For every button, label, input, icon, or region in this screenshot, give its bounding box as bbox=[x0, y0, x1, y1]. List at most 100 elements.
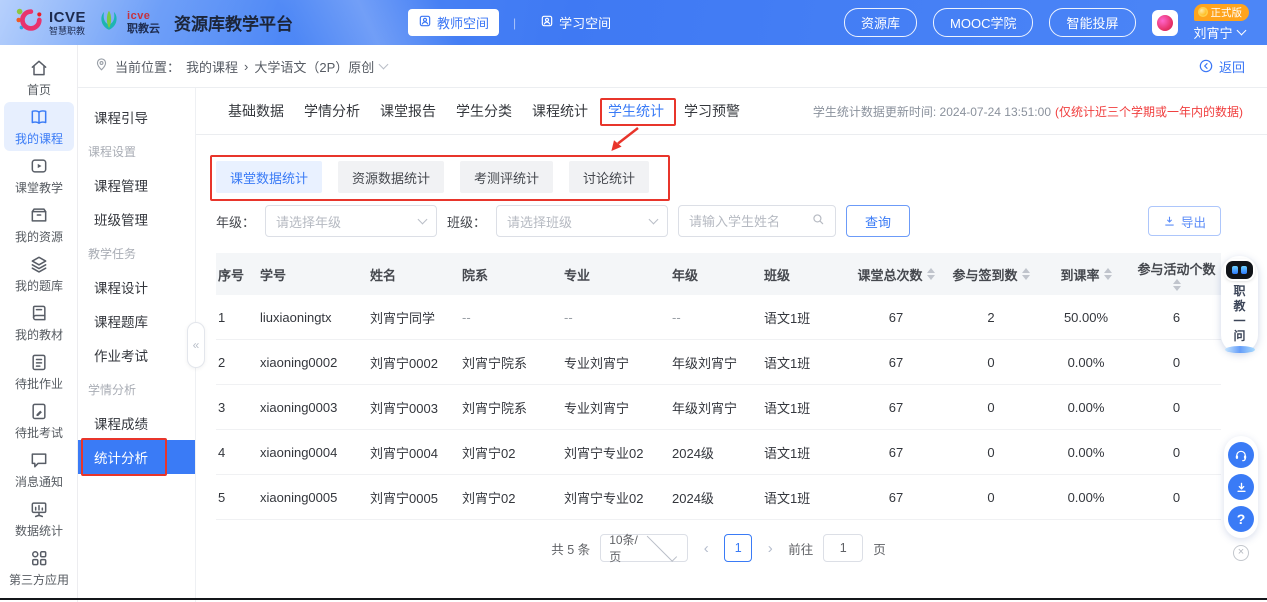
cell-index: 1 bbox=[216, 295, 258, 339]
page-number-1[interactable]: 1 bbox=[724, 534, 752, 562]
icve-logo-text: ICVE 智慧职教 bbox=[49, 10, 86, 36]
col-header-checkins[interactable]: 参与签到数 bbox=[942, 253, 1040, 295]
grade-select[interactable]: 请选择年级 bbox=[265, 205, 437, 237]
course-menu-item-guide[interactable]: 课程引导 bbox=[78, 100, 195, 134]
next-page-button[interactable]: › bbox=[762, 540, 778, 557]
tab-class-report[interactable]: 课堂报告 bbox=[380, 101, 436, 121]
window-bottom-edge bbox=[0, 598, 1267, 600]
username: 刘宵宁 bbox=[1194, 23, 1245, 42]
sidebar-item-home[interactable]: 首页 bbox=[0, 53, 78, 102]
robot-eye bbox=[1232, 266, 1238, 274]
icve-smart-edu-logo[interactable]: ICVE 智慧职教 bbox=[14, 5, 86, 40]
sort-icon[interactable] bbox=[1104, 268, 1112, 280]
help-button[interactable]: ? bbox=[1228, 506, 1254, 532]
course-menu-item-statistical-analysis[interactable]: 统计分析 bbox=[78, 440, 195, 474]
cell-total-classes: 67 bbox=[850, 385, 942, 429]
col-header-activities[interactable]: 参与活动个数 bbox=[1132, 253, 1221, 295]
user-menu[interactable]: 正式版 刘宵宁 bbox=[1194, 4, 1250, 42]
col-header-attendance-rate[interactable]: 到课率 bbox=[1040, 253, 1132, 295]
tab-student-classification[interactable]: 学生分类 bbox=[456, 101, 512, 121]
tab-learning-warning[interactable]: 学习预警 bbox=[684, 101, 740, 121]
sort-icon[interactable] bbox=[927, 268, 935, 280]
collapse-left-icon: « bbox=[193, 338, 200, 352]
download-arrow-icon bbox=[1234, 480, 1249, 495]
cell-checkins: 0 bbox=[942, 385, 1040, 429]
col-header-total-classes[interactable]: 课堂总次数 bbox=[850, 253, 942, 295]
mooc-academy-link[interactable]: MOOC学院 bbox=[933, 8, 1033, 37]
table-row[interactable]: 2 xiaoning0002 刘宵宁0002 刘宵宁院系 专业刘宵宁 年级刘宵宁… bbox=[216, 340, 1221, 385]
class-select[interactable]: 请选择班级 bbox=[496, 205, 668, 237]
page-size-select[interactable]: 10条/页 bbox=[600, 534, 688, 562]
export-button[interactable]: 导出 bbox=[1148, 206, 1221, 236]
subtab-discussion[interactable]: 讨论统计 bbox=[569, 161, 649, 193]
query-button[interactable]: 查询 bbox=[846, 205, 910, 237]
smart-casting-link[interactable]: 智能投屏 bbox=[1049, 8, 1135, 37]
chart-board-icon bbox=[29, 499, 49, 519]
table-row[interactable]: 5 xiaoning0005 刘宵宁0005 刘宵宁02 刘宵宁专业02 202… bbox=[216, 475, 1221, 520]
tab-course-statistics[interactable]: 课程统计 bbox=[532, 101, 588, 121]
robot-eye bbox=[1241, 266, 1247, 274]
ai-assistant-widget[interactable]: 职教一问 bbox=[1221, 256, 1258, 353]
back-button[interactable]: 返回 bbox=[1198, 57, 1245, 76]
icve-swirl-logo-icon bbox=[14, 5, 44, 40]
icve-cloud-logo[interactable]: icve 职教云 bbox=[96, 7, 160, 38]
student-stats-table: 序号 学号 姓名 院系 专业 年级 班级 课堂总次数 参与签到数 到课率 参与活… bbox=[216, 253, 1221, 520]
course-menu-item-course-question-bank[interactable]: 课程题库 bbox=[78, 304, 195, 338]
sidebar-item-classroom-teaching[interactable]: 课堂教学 bbox=[0, 151, 78, 200]
breadcrumb-root-link[interactable]: 我的课程 bbox=[186, 57, 238, 76]
tab-basic-data[interactable]: 基础数据 bbox=[228, 101, 284, 121]
teacher-space-label: 教师空间 bbox=[437, 13, 489, 32]
col-header-index: 序号 bbox=[216, 253, 258, 295]
table-row[interactable]: 3 xiaoning0003 刘宵宁0003 刘宵宁院系 专业刘宵宁 年级刘宵宁… bbox=[216, 385, 1221, 430]
sidebar-item-notifications[interactable]: 消息通知 bbox=[0, 445, 78, 494]
logo-subtitle: 智慧职教 bbox=[49, 27, 86, 36]
prev-page-button[interactable]: ‹ bbox=[698, 540, 714, 557]
download-center-button[interactable] bbox=[1228, 474, 1254, 500]
menu-label: 作业考试 bbox=[94, 345, 148, 365]
subtab-assessment[interactable]: 考测评统计 bbox=[460, 161, 553, 193]
subtab-classroom-data[interactable]: 课堂数据统计 bbox=[216, 161, 322, 193]
tab-student-statistics[interactable]: 学生统计 bbox=[608, 101, 664, 121]
sidebar-item-my-courses[interactable]: 我的课程 bbox=[4, 102, 74, 151]
sort-icon[interactable] bbox=[1173, 279, 1181, 291]
course-menu-item-homework-exam[interactable]: 作业考试 bbox=[78, 338, 195, 372]
sidebar-item-pending-homework[interactable]: 待批作业 bbox=[0, 347, 78, 396]
sidebar-item-my-resources[interactable]: 我的资源 bbox=[0, 200, 78, 249]
cell-student-id: xiaoning0005 bbox=[258, 475, 368, 519]
sidebar-collapse-handle[interactable]: « bbox=[187, 322, 205, 368]
cell-attendance-rate: 0.00% bbox=[1040, 385, 1132, 429]
cell-class: 语文1班 bbox=[762, 430, 850, 474]
close-floating-toolbar-button[interactable]: × bbox=[1233, 545, 1249, 561]
search-icon[interactable] bbox=[811, 212, 825, 231]
course-switcher[interactable]: 大学语文（2P）原创 bbox=[254, 57, 387, 76]
tab-learning-analysis[interactable]: 学情分析 bbox=[304, 101, 360, 121]
sort-icon[interactable] bbox=[1022, 268, 1030, 280]
class-filter-label: 班级： bbox=[447, 212, 486, 231]
resource-library-link[interactable]: 资源库 bbox=[844, 8, 917, 37]
cell-department: 刘宵宁院系 bbox=[460, 385, 562, 429]
sidebar-item-my-textbooks[interactable]: 我的教材 bbox=[0, 298, 78, 347]
sidebar-item-third-party-apps[interactable]: 第三方应用 bbox=[0, 543, 78, 592]
cell-major: 专业刘宵宁 bbox=[562, 340, 670, 384]
cell-attendance-rate: 0.00% bbox=[1040, 475, 1132, 519]
sidebar-item-label: 首页 bbox=[27, 81, 51, 98]
teacher-space-button[interactable]: 教师空间 bbox=[408, 9, 499, 36]
sidebar-item-data-statistics[interactable]: 数据统计 bbox=[0, 494, 78, 543]
sidebar-item-question-bank[interactable]: 我的题库 bbox=[0, 249, 78, 298]
sidebar-item-label: 我的资源 bbox=[15, 228, 63, 245]
course-menu-item-course-management[interactable]: 课程管理 bbox=[78, 168, 195, 202]
learning-space-button[interactable]: 学习空间 bbox=[530, 9, 621, 36]
course-menu-item-course-grades[interactable]: 课程成绩 bbox=[78, 406, 195, 440]
student-name-input[interactable] bbox=[689, 214, 811, 229]
user-avatar[interactable] bbox=[1152, 10, 1178, 36]
floating-toolbar: ? bbox=[1224, 436, 1258, 538]
table-row[interactable]: 4 xiaoning0004 刘宵宁0004 刘宵宁02 刘宵宁专业02 202… bbox=[216, 430, 1221, 475]
table-row[interactable]: 1 liuxiaoningtx 刘宵宁同学 -- -- -- 语文1班 67 2… bbox=[216, 295, 1221, 340]
course-menu-item-course-design[interactable]: 课程设计 bbox=[78, 270, 195, 304]
course-menu-item-class-management[interactable]: 班级管理 bbox=[78, 202, 195, 236]
sidebar-item-pending-exams[interactable]: 待批考试 bbox=[0, 396, 78, 445]
customer-service-button[interactable] bbox=[1228, 442, 1254, 468]
logo-subtitle: 职教云 bbox=[127, 24, 160, 35]
goto-page-input[interactable] bbox=[823, 534, 863, 562]
subtab-resource-data[interactable]: 资源数据统计 bbox=[338, 161, 444, 193]
